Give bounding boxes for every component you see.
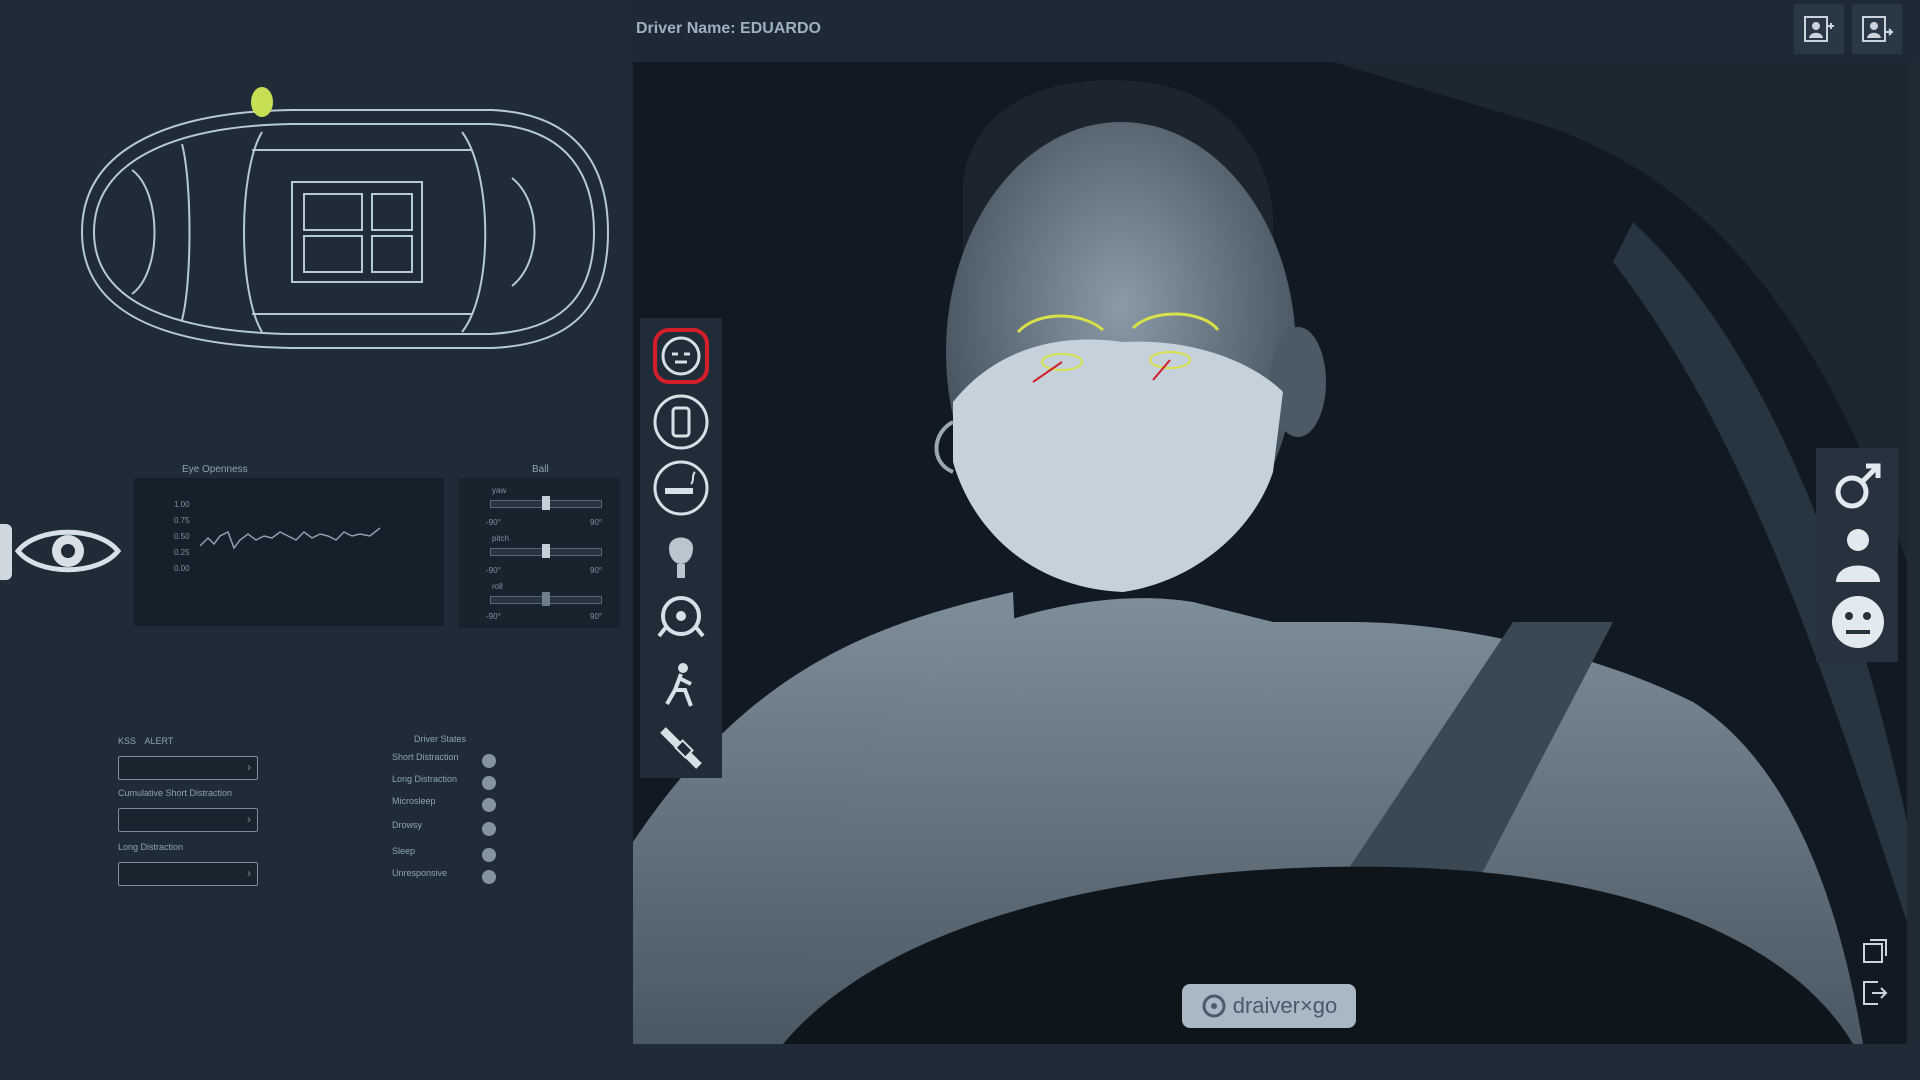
y-tick-label: 0.75	[174, 516, 190, 525]
switch-driver-button[interactable]	[1852, 4, 1902, 54]
logout-button[interactable]	[1858, 976, 1892, 1010]
kss-label: KSS ALERT	[118, 736, 173, 746]
drowsiness-indicator[interactable]	[651, 326, 711, 386]
drowsy-face-icon	[653, 328, 709, 384]
roll-min: -90°	[486, 612, 501, 621]
pitch-min: -90°	[486, 566, 501, 575]
state-sleep: Sleep	[392, 846, 500, 864]
kss-value: ALERT	[144, 736, 174, 746]
brand-name: draiver×go	[1232, 993, 1338, 1018]
state-short-distraction: Short Distraction	[392, 752, 500, 770]
long-distraction-label: Long Distraction	[118, 842, 184, 852]
telemetry-panel: Eye Openness 1.00 0.75 0.50 0.25 0.00 Ba…	[0, 0, 632, 1080]
eye-openness-line	[200, 527, 381, 550]
state-long-distraction: Long Distraction	[392, 774, 500, 792]
eating-indicator[interactable]	[651, 524, 711, 584]
roll-knob[interactable]	[542, 592, 550, 606]
fullscreen-icon	[1863, 939, 1887, 963]
eye-openness-title: Eye Openness	[182, 464, 248, 475]
seatbelt-person-icon	[665, 663, 693, 707]
yaw-max: 90°	[590, 518, 603, 527]
brand-logo-icon	[1202, 994, 1226, 1018]
y-tick-label: 0.00	[174, 564, 190, 573]
eating-icon	[669, 537, 693, 578]
yaw-label: yaw	[492, 486, 507, 495]
eye-openness-chart: 1.00 0.75 0.50 0.25 0.00	[134, 478, 444, 626]
car-top-view-diagram	[80, 87, 610, 349]
seatbelt-person-indicator[interactable]	[651, 656, 711, 716]
state-label: Long Distraction	[392, 774, 458, 784]
yaw-slider[interactable]	[490, 496, 602, 510]
roll-label: roll	[492, 582, 503, 591]
driver-attributes-bar	[1816, 448, 1898, 662]
gauges-title: Ball	[532, 464, 549, 475]
cumulative-distraction-select[interactable]	[118, 808, 258, 832]
driver-name-title: Driver Name: EDUARDO	[636, 20, 821, 37]
eye-icon	[14, 529, 122, 573]
state-microsleep: Microsleep	[392, 796, 500, 814]
pitch-knob[interactable]	[542, 544, 550, 558]
hands-on-wheel-indicator[interactable]	[651, 590, 711, 650]
panel-collapse-tab[interactable]	[0, 524, 12, 580]
driver-states-title: Driver States	[414, 734, 467, 744]
driver-camera-image	[633, 62, 1907, 1044]
cumulative-distraction-label: Cumulative Short Distraction	[118, 788, 233, 798]
state-indicator	[482, 798, 496, 812]
y-tick-label: 0.25	[174, 548, 190, 557]
state-unresponsive: Unresponsive	[392, 868, 500, 886]
logout-icon	[1863, 981, 1888, 1005]
state-indicator	[482, 870, 496, 884]
seatbelt-buckle-indicator[interactable]	[651, 718, 711, 778]
state-drowsy: Drowsy	[392, 820, 500, 838]
smoking-indicator[interactable]	[651, 458, 711, 518]
state-indicator	[482, 754, 496, 768]
pitch-max: 90°	[590, 566, 603, 575]
state-indicator	[482, 776, 496, 790]
fullscreen-button[interactable]	[1858, 934, 1892, 968]
phone-use-indicator[interactable]	[651, 392, 711, 452]
state-label: Unresponsive	[392, 868, 448, 878]
phone-use-icon	[653, 394, 709, 450]
behavior-detection-bar	[640, 318, 722, 778]
add-driver-button[interactable]	[1794, 4, 1844, 54]
male-gender-icon	[1835, 463, 1881, 509]
state-label: Microsleep	[392, 796, 436, 806]
head-pose-gauges: yaw -90° 90° pitch -90° 90° roll -90° 90…	[458, 478, 620, 628]
brand-badge: draiver×go	[1182, 984, 1356, 1028]
y-tick-label: 1.00	[174, 500, 190, 509]
neutral-emotion-icon	[1832, 596, 1884, 648]
state-indicator	[482, 848, 496, 862]
kss-label-text: KSS	[118, 736, 137, 746]
add-user-icon	[1804, 16, 1834, 42]
driver-profile-icon	[1836, 529, 1880, 582]
state-label: Drowsy	[392, 820, 423, 830]
switch-user-icon	[1862, 16, 1894, 42]
top-bar	[632, 0, 1920, 62]
yaw-min: -90°	[486, 518, 501, 527]
state-label: Short Distraction	[392, 752, 459, 762]
hands-on-wheel-icon	[657, 596, 705, 638]
roll-max: 90°	[590, 612, 603, 621]
kss-select[interactable]	[118, 756, 258, 780]
pitch-slider[interactable]	[490, 544, 602, 558]
state-label: Sleep	[392, 846, 416, 856]
pitch-label: pitch	[492, 534, 509, 543]
driver-camera-feed: draiver×go	[633, 62, 1907, 1044]
y-tick-label: 0.50	[174, 532, 190, 541]
long-distraction-select[interactable]	[118, 862, 258, 886]
yaw-knob[interactable]	[542, 496, 550, 510]
state-indicator	[482, 822, 496, 836]
roll-slider[interactable]	[490, 592, 602, 606]
seatbelt-buckle-icon	[660, 727, 702, 769]
bottom-strip	[633, 1044, 1920, 1080]
smoking-icon	[653, 460, 709, 516]
